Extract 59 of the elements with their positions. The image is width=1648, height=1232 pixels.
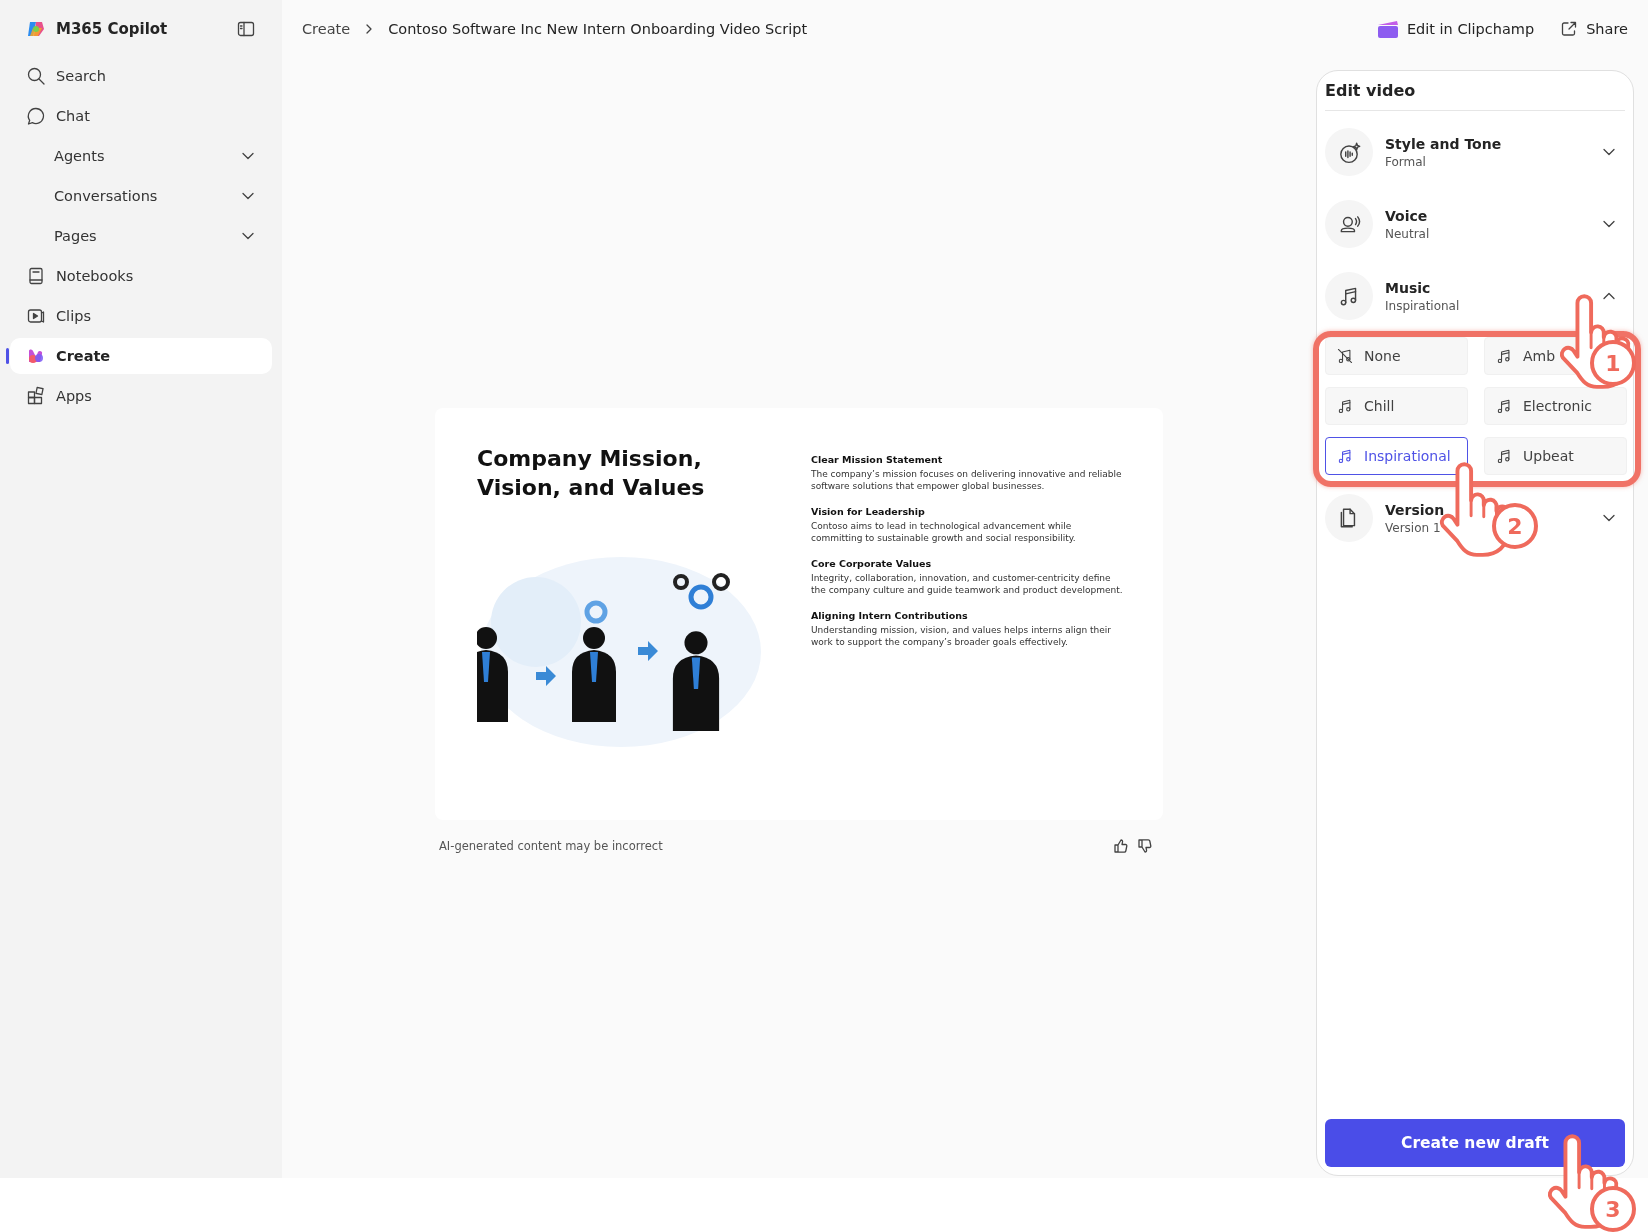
music-option[interactable]: None bbox=[1325, 337, 1468, 375]
music-note-icon bbox=[1336, 447, 1354, 465]
section-heading: Core Corporate Values bbox=[811, 558, 933, 569]
setting-value: Neutral bbox=[1385, 226, 1430, 241]
section-text: Contoso aims to lead in technological advancement while committing to sustainable growth and social responsibility. bbox=[811, 520, 1077, 544]
copilot-logo-icon bbox=[26, 19, 46, 39]
setting-title: Style and Tone bbox=[1385, 135, 1502, 152]
music-note-icon bbox=[1495, 397, 1513, 415]
setting-row[interactable]: Voice Neutral bbox=[1325, 193, 1625, 255]
clapperboard-icon bbox=[1376, 19, 1399, 39]
edit-in-clipchamp-button[interactable]: Edit in Clipchamp bbox=[1370, 15, 1541, 43]
panel-title: Edit video bbox=[1325, 71, 1625, 111]
apps-icon bbox=[26, 386, 46, 406]
music-option[interactable]: Inspirational bbox=[1325, 437, 1468, 475]
sidebar-item[interactable]: Notebooks bbox=[10, 258, 272, 294]
music-option[interactable]: Chill bbox=[1325, 387, 1468, 425]
setting-title: Voice bbox=[1385, 207, 1428, 224]
section-heading: Clear Mission Statement bbox=[811, 454, 944, 465]
sidebar-item[interactable]: Pages bbox=[10, 218, 272, 254]
notebook-icon bbox=[26, 266, 46, 286]
sidebar-item[interactable]: Clips bbox=[10, 298, 272, 334]
section-heading: Aligning Intern Contributions bbox=[811, 610, 969, 621]
app-name: M365 Copilot bbox=[56, 20, 169, 38]
sidebar-item[interactable]: Agents bbox=[10, 138, 272, 174]
music-note-icon bbox=[1336, 397, 1354, 415]
disclaimer-text: AI-generated content may be incorrect bbox=[439, 839, 663, 853]
setting-title: Version bbox=[1385, 501, 1445, 518]
sidebar-toggle-icon[interactable] bbox=[236, 19, 256, 39]
section-text: The company’s mission focuses on delivering innovative and reliable software solutions that empower global businesses. bbox=[811, 468, 1123, 492]
step-number: 3 bbox=[1590, 1186, 1636, 1232]
music-option[interactable]: Upbeat bbox=[1484, 437, 1627, 475]
sidebar-item[interactable]: Search bbox=[10, 58, 272, 94]
muted-note-icon bbox=[1336, 347, 1354, 365]
music-note-icon bbox=[1495, 447, 1513, 465]
setting-value: Inspirational bbox=[1385, 298, 1460, 313]
chat-icon bbox=[26, 106, 46, 126]
create-draft-button[interactable]: Create new draft bbox=[1325, 1119, 1625, 1167]
sparkle-sound-icon bbox=[1337, 140, 1361, 164]
page-title: Contoso Software Inc New Intern Onboarding Video Script bbox=[388, 21, 808, 37]
breadcrumb-link[interactable]: Create bbox=[302, 21, 351, 37]
share-button[interactable]: Share bbox=[1554, 15, 1634, 43]
sidebar-item[interactable]: Apps bbox=[10, 378, 272, 414]
share-icon bbox=[1560, 20, 1579, 38]
setting-title: Music bbox=[1385, 279, 1431, 296]
music-note-icon bbox=[1495, 347, 1513, 365]
section-text: Integrity, collaboration, innovation, and customer-centricity define the company culture and guide teamwork and product development. bbox=[811, 572, 1123, 596]
search-icon bbox=[26, 66, 46, 86]
sidebar-item[interactable]: Conversations bbox=[10, 178, 272, 214]
music-option[interactable]: Electronic bbox=[1484, 387, 1627, 425]
video-clip-icon bbox=[26, 306, 46, 326]
slide-title: Company Mission, Vision, and Values bbox=[477, 445, 706, 502]
thumbs-up-icon[interactable] bbox=[1113, 838, 1129, 854]
thumbs-down-icon[interactable] bbox=[1137, 838, 1153, 854]
section-text: Understanding mission, vision, and values helps interns align their work to support the company’s broader goals effectively. bbox=[811, 624, 1112, 648]
setting-row[interactable]: Style and Tone Formal bbox=[1325, 121, 1625, 183]
sidebar-item[interactable]: Chat bbox=[10, 98, 272, 134]
setting-value: Version 1 bbox=[1385, 520, 1441, 535]
section-heading: Vision for Leadership bbox=[811, 506, 926, 517]
setting-value: Formal bbox=[1385, 154, 1426, 169]
